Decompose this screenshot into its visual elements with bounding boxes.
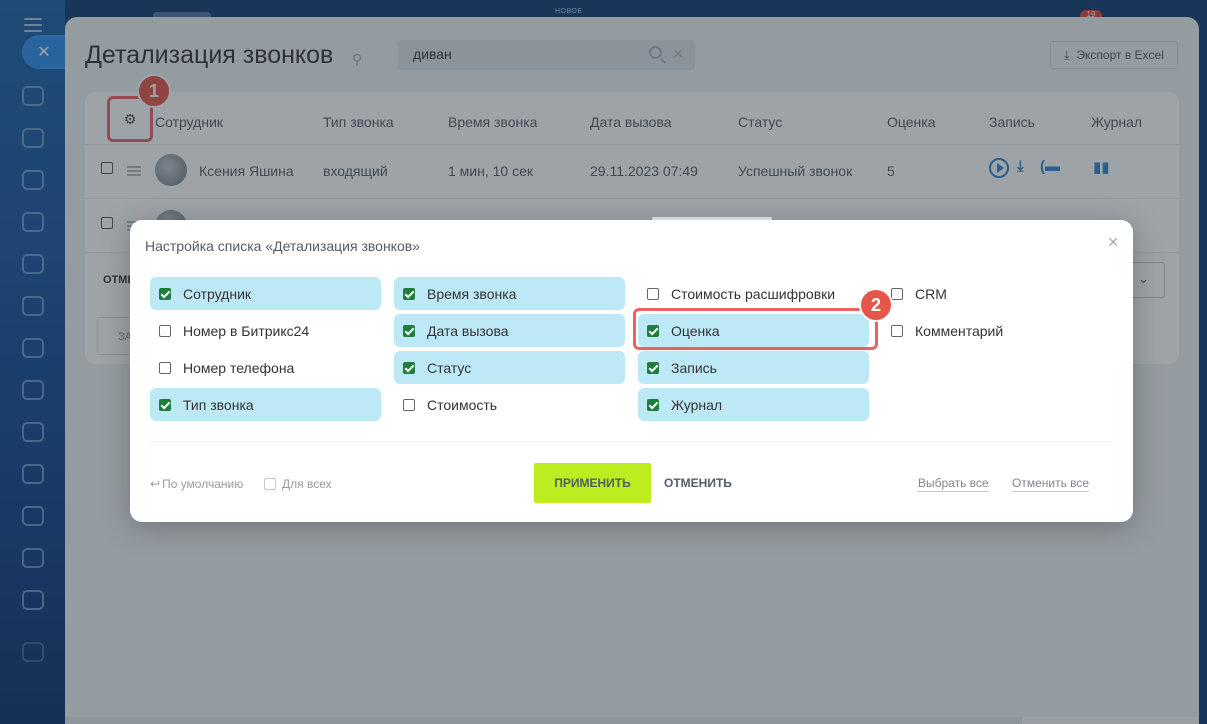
- dialog-grip: [652, 217, 772, 220]
- option-comment[interactable]: Комментарий: [882, 314, 1113, 347]
- option-label: Номер телефона: [183, 359, 295, 376]
- select-all-link[interactable]: Выбрать все: [918, 476, 989, 492]
- checkbox[interactable]: [403, 361, 415, 374]
- annotation-badge-2: 2: [859, 288, 893, 322]
- checkbox[interactable]: [159, 361, 171, 374]
- option-call-date[interactable]: Дата вызова: [394, 314, 625, 347]
- checkbox[interactable]: [159, 287, 171, 300]
- close-icon[interactable]: ✕: [1107, 234, 1119, 251]
- option-record[interactable]: Запись: [638, 351, 869, 384]
- option-label: Время звонка: [427, 285, 517, 302]
- highlight-frame: [633, 308, 878, 350]
- checkbox[interactable]: [647, 398, 659, 411]
- dialog-title: Настройка списка «Детализация звонков»: [145, 238, 420, 254]
- option-call-type[interactable]: Тип звонка: [150, 388, 381, 421]
- option-label: Стоимость: [427, 396, 498, 413]
- for-all-toggle[interactable]: Для всех: [264, 477, 332, 491]
- checkbox[interactable]: [403, 324, 415, 337]
- apply-button[interactable]: ПРИМЕНИТЬ: [534, 463, 651, 503]
- option-call-time[interactable]: Время звонка: [394, 277, 625, 310]
- checkbox[interactable]: [159, 324, 171, 337]
- option-label: Комментарий: [915, 322, 1004, 339]
- option-transcription-cost[interactable]: Стоимость расшифровки: [638, 277, 869, 310]
- option-status[interactable]: Статус: [394, 351, 625, 384]
- checkbox[interactable]: [647, 287, 659, 300]
- dialog-divider: [150, 441, 1113, 442]
- column-settings-dialog: Настройка списка «Детализация звонков» ✕…: [130, 217, 1133, 522]
- undo-icon: ↩: [150, 477, 161, 491]
- reset-default-link[interactable]: ↩ По умолчанию: [150, 477, 243, 491]
- option-b24-number[interactable]: Номер в Битрикс24: [150, 314, 381, 347]
- option-label: Дата вызова: [427, 322, 509, 339]
- checkbox[interactable]: [403, 398, 415, 411]
- option-label: Статус: [427, 359, 472, 376]
- option-label: Сотрудник: [183, 285, 252, 302]
- option-phone-number[interactable]: Номер телефона: [150, 351, 381, 384]
- checkbox[interactable]: [647, 361, 659, 374]
- option-cost[interactable]: Стоимость: [394, 388, 625, 421]
- option-label: CRM: [915, 285, 947, 302]
- option-label: Запись: [671, 359, 717, 376]
- deselect-all-link[interactable]: Отменить все: [1012, 476, 1090, 492]
- option-label: Стоимость расшифровки: [671, 285, 836, 302]
- cancel-button[interactable]: ОТМЕНИТЬ: [664, 476, 732, 490]
- for-all-label: Для всех: [282, 477, 332, 491]
- checkbox[interactable]: [891, 324, 903, 337]
- option-label: Тип звонка: [183, 396, 254, 413]
- option-label: Номер в Битрикс24: [183, 322, 310, 339]
- reset-default-label: По умолчанию: [162, 477, 244, 491]
- checkbox[interactable]: [403, 287, 415, 300]
- option-employee[interactable]: Сотрудник: [150, 277, 381, 310]
- checkbox[interactable]: [159, 398, 171, 411]
- checkbox[interactable]: [264, 478, 276, 490]
- option-label: Журнал: [671, 396, 723, 413]
- checkbox[interactable]: [891, 287, 903, 300]
- option-crm[interactable]: CRM: [882, 277, 1113, 310]
- option-log[interactable]: Журнал: [638, 388, 869, 421]
